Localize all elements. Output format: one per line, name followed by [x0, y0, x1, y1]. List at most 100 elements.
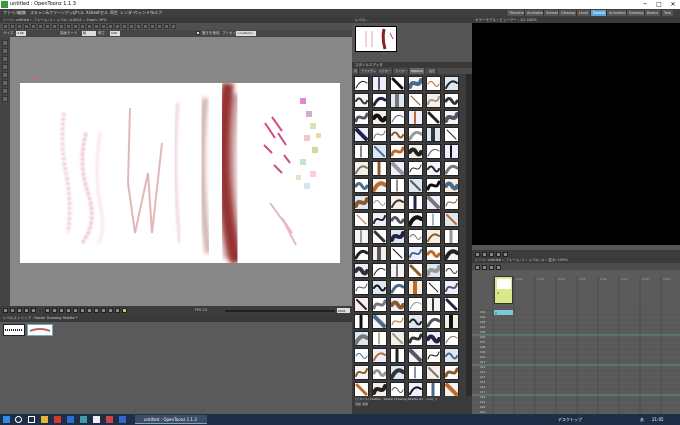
taskbar-opentoonz-task[interactable]: untitled : OpenToonz 1.1.3 — [135, 415, 207, 424]
plastic-tool-icon[interactable] — [150, 24, 155, 29]
ime-indicator[interactable]: あ — [640, 415, 644, 424]
mypaint-brush-swatch[interactable] — [444, 348, 459, 363]
mypaint-brush-swatch[interactable] — [426, 263, 441, 278]
mypaint-brush-swatch[interactable] — [444, 76, 459, 91]
mypaint-brush-swatch[interactable] — [426, 110, 441, 125]
toolbar-fill-icon[interactable] — [2, 80, 8, 86]
menu-level[interactable]: レベル — [72, 10, 84, 16]
mypaint-brush-swatch[interactable] — [372, 297, 387, 312]
prev-frame-icon[interactable] — [10, 308, 15, 313]
mypaint-brush-swatch[interactable] — [426, 331, 441, 346]
toolbar-brush-icon[interactable] — [2, 56, 8, 62]
hand-tool-icon[interactable] — [171, 24, 176, 29]
hardness-field[interactable]: 100 — [110, 31, 120, 36]
mypaint-brush-swatch[interactable] — [408, 212, 423, 227]
type-tool-icon[interactable] — [31, 24, 36, 29]
mypaint-brush-swatch[interactable] — [426, 93, 441, 108]
app-pinned-icon[interactable] — [106, 416, 113, 423]
mypaint-brush-swatch[interactable] — [372, 195, 387, 210]
last-frame-icon[interactable] — [31, 308, 36, 313]
animate-tool-icon[interactable] — [3, 24, 8, 29]
mypaint-brush-swatch[interactable] — [444, 365, 459, 380]
mypaint-brush-swatch[interactable] — [354, 127, 369, 142]
mypaint-brush-swatch[interactable] — [444, 331, 459, 346]
mypaint-brush-swatch[interactable] — [408, 246, 423, 261]
column-header-2[interactable]: Col2 — [514, 276, 535, 283]
combo-viewer[interactable] — [472, 23, 680, 245]
pinch-tool-icon[interactable] — [87, 24, 92, 29]
column-header-3[interactable]: Col3 — [535, 276, 556, 283]
column-1-header[interactable]: A — [494, 276, 513, 304]
zoom-in-icon[interactable] — [80, 308, 85, 313]
onion-skin-icon[interactable] — [52, 308, 57, 313]
room-tab-palette[interactable]: Palette — [590, 10, 608, 16]
flip-v-icon[interactable] — [108, 308, 113, 313]
mypaint-brush-swatch[interactable] — [408, 280, 423, 295]
menu-xsheet[interactable]: Xsheet — [86, 10, 100, 16]
mypaint-brush-swatch[interactable] — [408, 348, 423, 363]
mypaint-brush-swatch[interactable] — [444, 246, 459, 261]
mypaint-brush-swatch[interactable] — [372, 331, 387, 346]
mypaint-brush-swatch[interactable] — [354, 246, 369, 261]
reset-view-icon[interactable] — [94, 308, 99, 313]
brush-tool-icon[interactable] — [17, 24, 22, 29]
mypaint-brush-swatch[interactable] — [354, 93, 369, 108]
mypaint-brush-swatch[interactable] — [354, 348, 369, 363]
cutter-tool-icon[interactable] — [122, 24, 127, 29]
mypaint-brush-swatch[interactable] — [408, 365, 423, 380]
mypaint-brush-swatch[interactable] — [408, 110, 423, 125]
mypaint-brush-swatch[interactable] — [444, 178, 459, 193]
mypaint-brush-swatch[interactable] — [426, 178, 441, 193]
menu-cell[interactable]: セル — [100, 10, 108, 16]
mypaint-brush-swatch[interactable] — [372, 93, 387, 108]
level-strip-thumb-1[interactable] — [3, 324, 25, 336]
mypaint-brush-swatch[interactable] — [372, 178, 387, 193]
menu-scan[interactable]: スキャン&クリーンアップ — [30, 10, 77, 16]
flip-h-icon[interactable] — [101, 308, 106, 313]
mypaint-brush-swatch[interactable] — [408, 127, 423, 142]
bg-color-icon[interactable] — [122, 308, 127, 313]
draw-mode-select[interactable]: 線 — [82, 31, 96, 36]
mypaint-brush-swatch[interactable] — [426, 297, 441, 312]
mypaint-brush-swatch[interactable] — [372, 280, 387, 295]
toolbar-animate-icon[interactable] — [2, 40, 8, 46]
mypaint-brush-swatch[interactable] — [354, 331, 369, 346]
mypaint-brush-swatch[interactable] — [426, 212, 441, 227]
iron-tool-icon[interactable] — [115, 24, 120, 29]
column-header-9[interactable]: Col9 — [661, 276, 680, 283]
preview-icon[interactable] — [66, 308, 71, 313]
mypaint-brush-swatch[interactable] — [408, 314, 423, 329]
cell-001-col1[interactable]: A — [494, 310, 513, 315]
mypaint-brush-swatch[interactable] — [390, 178, 405, 193]
mypaint-brush-swatch[interactable] — [354, 212, 369, 227]
mypaint-brush-swatch[interactable] — [444, 127, 459, 142]
mypaint-brush-swatch[interactable] — [372, 161, 387, 176]
frame-field[interactable]: 0001 — [337, 308, 350, 313]
mypaint-brush-swatch[interactable] — [444, 161, 459, 176]
mypaint-brush-swatch[interactable] — [354, 297, 369, 312]
mypaint-brush-swatch[interactable] — [390, 348, 405, 363]
explorer-icon[interactable] — [41, 416, 48, 423]
mypaint-brush-swatch[interactable] — [408, 93, 423, 108]
mypaint-brush-swatch[interactable] — [390, 229, 405, 244]
room-tab-drawing[interactable]: Drawing — [626, 10, 646, 16]
mypaint-brush-swatch[interactable] — [426, 144, 441, 159]
notepad-icon[interactable] — [93, 416, 100, 423]
menu-edit[interactable]: 編集 — [18, 10, 26, 16]
mypaint-brush-swatch[interactable] — [444, 195, 459, 210]
sub-camera-icon[interactable] — [73, 308, 78, 313]
eraser-tool-icon[interactable] — [52, 24, 57, 29]
mypaint-brush-swatch[interactable] — [354, 263, 369, 278]
drawing-canvas[interactable] — [20, 83, 340, 263]
style-picker-tool-icon[interactable] — [66, 24, 71, 29]
mypaint-brush-swatch[interactable] — [390, 263, 405, 278]
mypaint-brush-swatch[interactable] — [408, 178, 423, 193]
mypaint-brush-swatch[interactable] — [408, 382, 423, 396]
toolbar-type-icon[interactable] — [2, 72, 8, 78]
mypaint-brush-swatch[interactable] — [444, 229, 459, 244]
edge-icon[interactable] — [67, 416, 74, 423]
frame-slider[interactable] — [225, 310, 335, 312]
bender-tool-icon[interactable] — [108, 24, 113, 29]
menu-play[interactable]: 再生 — [110, 10, 118, 16]
mypaint-brush-swatch[interactable] — [354, 195, 369, 210]
